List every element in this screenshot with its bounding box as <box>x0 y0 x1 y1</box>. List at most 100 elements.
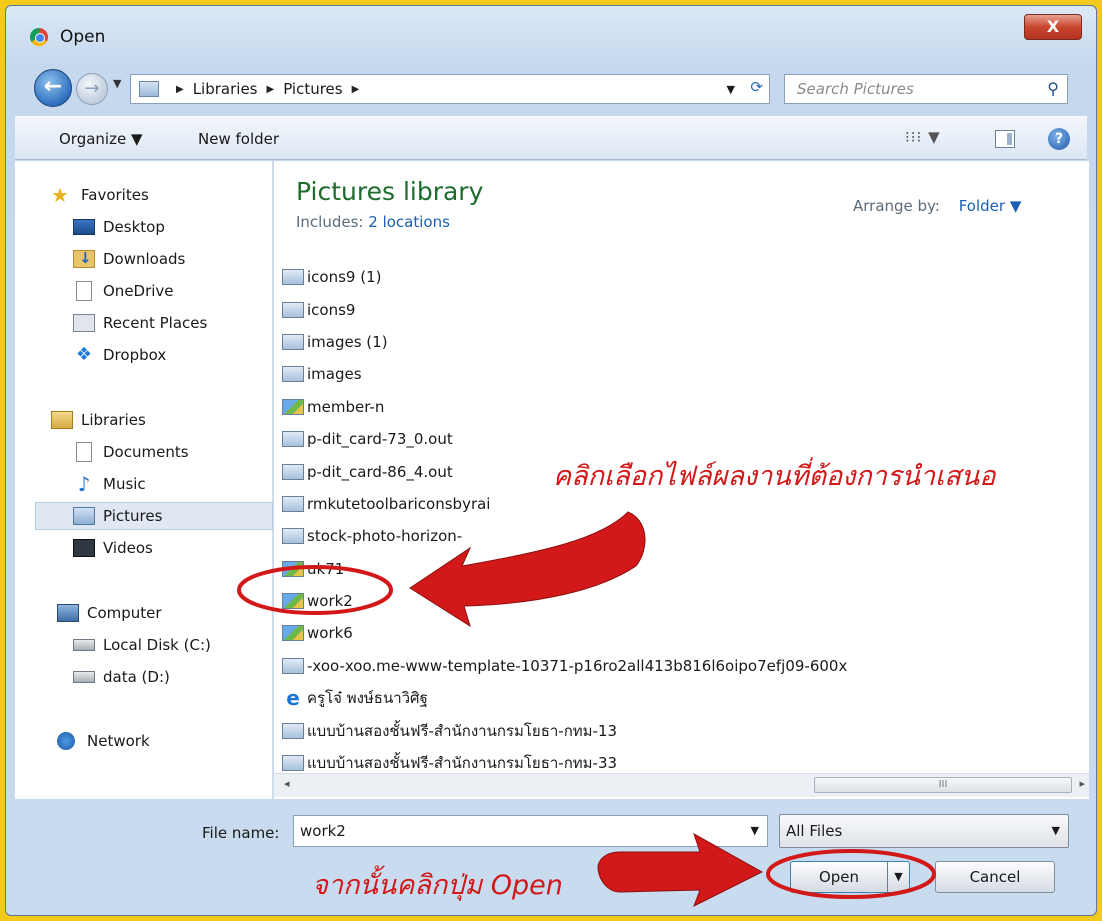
sidebar-item-label: OneDrive <box>103 282 174 300</box>
sidebar-item-label: Desktop <box>103 218 165 236</box>
sidebar-item-onedrive[interactable]: OneDrive <box>73 277 174 305</box>
chevron-right-icon[interactable]: ▶ <box>267 84 275 95</box>
locations-link[interactable]: 2 locations <box>368 213 450 231</box>
search-input[interactable]: Search Pictures ⚲ <box>784 74 1068 104</box>
list-item[interactable]: work2 <box>282 585 1082 617</box>
filename-input[interactable]: work2 ▼ <box>293 815 768 847</box>
preview-pane-icon[interactable] <box>995 130 1015 148</box>
sidebar-item-videos[interactable]: Videos <box>73 534 153 562</box>
list-item[interactable]: -xoo-xoo.me-www-template-10371-p16ro2all… <box>282 650 1082 682</box>
list-item[interactable]: member-n <box>282 391 1082 423</box>
dialog-title: Open <box>60 27 106 47</box>
chevron-down-icon[interactable]: ▼ <box>1052 815 1060 847</box>
breadcrumb-pictures[interactable]: Pictures <box>283 80 342 98</box>
filetype-select[interactable]: All Files ▼ <box>779 814 1069 848</box>
sidebar-item-libraries[interactable]: Libraries <box>51 406 146 434</box>
help-icon[interactable]: ? <box>1048 128 1070 150</box>
chevron-right-icon[interactable]: ▶ <box>352 84 360 95</box>
library-includes: Includes: 2 locations <box>296 213 450 231</box>
sidebar-item-label: Libraries <box>81 411 146 429</box>
arrange-label: Arrange by: <box>853 197 940 215</box>
sidebar-item-label: Recent Places <box>103 314 208 332</box>
sidebar-item-recent-places[interactable]: Recent Places <box>73 309 207 337</box>
list-item[interactable]: icons9 <box>282 293 1082 325</box>
file-name: icons9 (1) <box>307 268 382 287</box>
sidebar-item-documents[interactable]: Documents <box>73 438 189 466</box>
forward-button[interactable]: → <box>76 73 108 105</box>
music-note-icon: ♪ <box>77 472 91 496</box>
sidebar-item-network[interactable]: Network <box>57 727 150 755</box>
chevron-right-icon[interactable]: ▶ <box>176 84 184 95</box>
file-name: work6 <box>307 624 353 643</box>
file-name: uk71 <box>307 559 345 578</box>
open-button[interactable]: Open ▼ <box>790 861 910 893</box>
computer-icon <box>57 604 79 622</box>
libraries-icon <box>51 411 73 429</box>
arrange-by: Arrange by: Folder ▼ <box>853 197 1021 215</box>
address-bar[interactable]: ▶ Libraries ▶ Pictures ▶ ▼ ⟳ <box>130 74 770 104</box>
organize-button[interactable]: Organize ▼ <box>59 130 143 148</box>
sidebar-item-local-disk[interactable]: Local Disk (C:) <box>73 631 211 659</box>
list-item[interactable]: แบบบ้านสองชั้นฟรี-สำนักงานกรมโยธา-กทม-13 <box>282 714 1082 746</box>
search-icon[interactable]: ⚲ <box>1047 75 1059 103</box>
list-item[interactable]: work6 <box>282 617 1082 649</box>
list-item[interactable]: p-dit_card-73_0.out <box>282 423 1082 455</box>
scroll-left-icon[interactable]: ◂ <box>284 777 290 790</box>
file-name: แบบบ้านสองชั้นฟรี-สำนักงานกรมโยธา-กทม-13 <box>307 721 618 740</box>
list-item[interactable]: uk71 <box>282 553 1082 585</box>
folder-icon <box>282 657 304 674</box>
file-name: -xoo-xoo.me-www-template-10371-p16ro2all… <box>307 656 848 675</box>
close-button[interactable]: X <box>1024 14 1082 40</box>
downloads-icon <box>73 249 95 268</box>
breadcrumb-libraries[interactable]: Libraries <box>193 80 258 98</box>
annotation-select-file: คลิกเลือกไฟล์ผลงานที่ต้องการนำเสนอ <box>553 461 996 492</box>
dropbox-icon: ❖ <box>75 344 93 365</box>
open-options-dropdown[interactable]: ▼ <box>887 862 909 892</box>
recent-pages-dropdown[interactable]: ▼ <box>113 77 121 90</box>
sidebar-item-desktop[interactable]: Desktop <box>73 213 165 241</box>
title-bar: Open X <box>6 6 1096 62</box>
chrome-icon <box>30 28 48 46</box>
cancel-button[interactable]: Cancel <box>935 861 1055 893</box>
filename-label: File name: <box>202 824 280 842</box>
file-name: p-dit_card-73_0.out <box>307 430 453 449</box>
network-icon <box>57 732 75 750</box>
list-item[interactable]: icons9 (1) <box>282 261 1082 293</box>
folder-icon <box>282 722 304 739</box>
search-placeholder: Search Pictures <box>797 80 914 98</box>
back-button[interactable]: ← <box>34 69 72 107</box>
chevron-down-icon[interactable]: ▼ <box>751 816 759 846</box>
sidebar-item-music[interactable]: ♪ Music <box>73 470 146 498</box>
sidebar-item-computer[interactable]: Computer <box>57 599 162 627</box>
sidebar-item-label: Music <box>103 475 146 493</box>
disk-icon <box>73 639 95 651</box>
sidebar-item-label: Downloads <box>103 250 186 268</box>
horizontal-scrollbar[interactable]: ◂ III ▸ <box>274 773 1089 797</box>
image-file-icon <box>282 560 304 577</box>
file-name: stock-photo-horizon- <box>307 527 463 546</box>
sidebar-item-downloads[interactable]: Downloads <box>73 245 185 273</box>
includes-label: Includes: <box>296 213 364 231</box>
address-row: ← → ▼ ▶ Libraries ▶ Pictures ▶ ▼ ⟳ Searc… <box>6 66 1096 112</box>
file-name: แบบบ้านสองชั้นฟรี-สำนักงานกรมโยธา-กทม-33 <box>307 754 618 773</box>
scroll-thumb[interactable]: III <box>814 777 1072 793</box>
sidebar-item-data-disk[interactable]: data (D:) <box>73 663 170 691</box>
address-dropdown-icon[interactable]: ▼ <box>727 83 735 96</box>
sidebar-item-favorites[interactable]: ★ Favorites <box>51 181 149 209</box>
list-item[interactable]: images <box>282 358 1082 390</box>
refresh-icon[interactable]: ⟳ <box>750 78 763 96</box>
list-item[interactable]: stock-photo-horizon- <box>282 520 1082 552</box>
list-item[interactable]: e ครูโจ๋ พงษ์ธนาวิศิฐ <box>282 682 1082 714</box>
scroll-right-icon[interactable]: ▸ <box>1079 777 1085 790</box>
new-folder-button[interactable]: New folder <box>198 130 279 148</box>
change-view-button[interactable]: ⁝⁝⁝ ▼ <box>905 128 941 146</box>
filetype-value: All Files <box>786 822 843 840</box>
sidebar-item-pictures[interactable]: Pictures <box>35 502 273 530</box>
folder-icon <box>282 269 304 286</box>
sidebar-item-label: Local Disk (C:) <box>103 636 211 654</box>
arrange-dropdown[interactable]: Folder ▼ <box>959 197 1022 215</box>
folder-icon <box>282 431 304 448</box>
sidebar-item-dropbox[interactable]: ❖ Dropbox <box>73 341 166 369</box>
list-item[interactable]: images (1) <box>282 326 1082 358</box>
sidebar-item-label: Documents <box>103 443 189 461</box>
